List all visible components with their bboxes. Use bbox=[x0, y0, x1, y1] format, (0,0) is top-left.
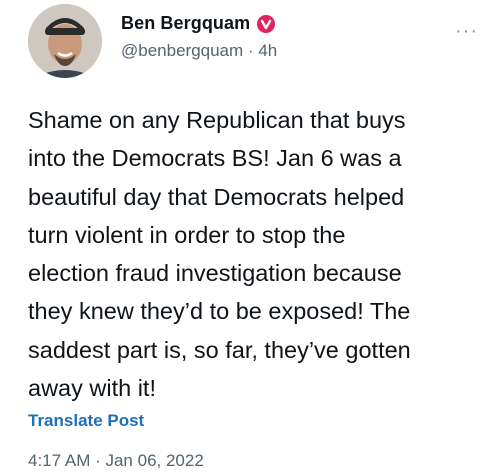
avatar[interactable] bbox=[28, 4, 102, 78]
author-handle-row: @benbergquam · 4h bbox=[121, 41, 277, 61]
tweet-line: into the Democrats BS! Jan 6 was a bbox=[28, 145, 402, 172]
tweet-line: election fraud investigation because bbox=[28, 260, 402, 287]
post-timestamp[interactable]: 4:17 AM · Jan 06, 2022 bbox=[28, 451, 204, 471]
more-options-icon[interactable]: ··· bbox=[455, 20, 478, 43]
translate-post-link[interactable]: Translate Post bbox=[28, 411, 144, 431]
author-handle[interactable]: @benbergquam bbox=[121, 41, 243, 60]
author-name-row[interactable]: Ben Bergquam bbox=[121, 13, 276, 34]
tweet-line: they knew they’d to be exposed! The bbox=[28, 298, 411, 325]
tweet-text: Shame on any Republican that buys into t… bbox=[28, 101, 480, 407]
author-display-name[interactable]: Ben Bergquam bbox=[121, 13, 250, 34]
tweet-line: saddest part is, so far, they’ve gotten bbox=[28, 336, 411, 363]
tweet-line: away with it! bbox=[28, 375, 156, 402]
tweet-line: Shame on any Republican that buys bbox=[28, 107, 406, 133]
meta-separator: · bbox=[247, 41, 254, 60]
tweet-line: beautiful day that Democrats helped bbox=[28, 183, 405, 210]
avatar-image bbox=[28, 4, 102, 78]
verified-badge-icon bbox=[257, 14, 276, 33]
time-ago[interactable]: 4h bbox=[258, 41, 277, 60]
tweet-line: turn violent in order to stop the bbox=[28, 221, 346, 248]
